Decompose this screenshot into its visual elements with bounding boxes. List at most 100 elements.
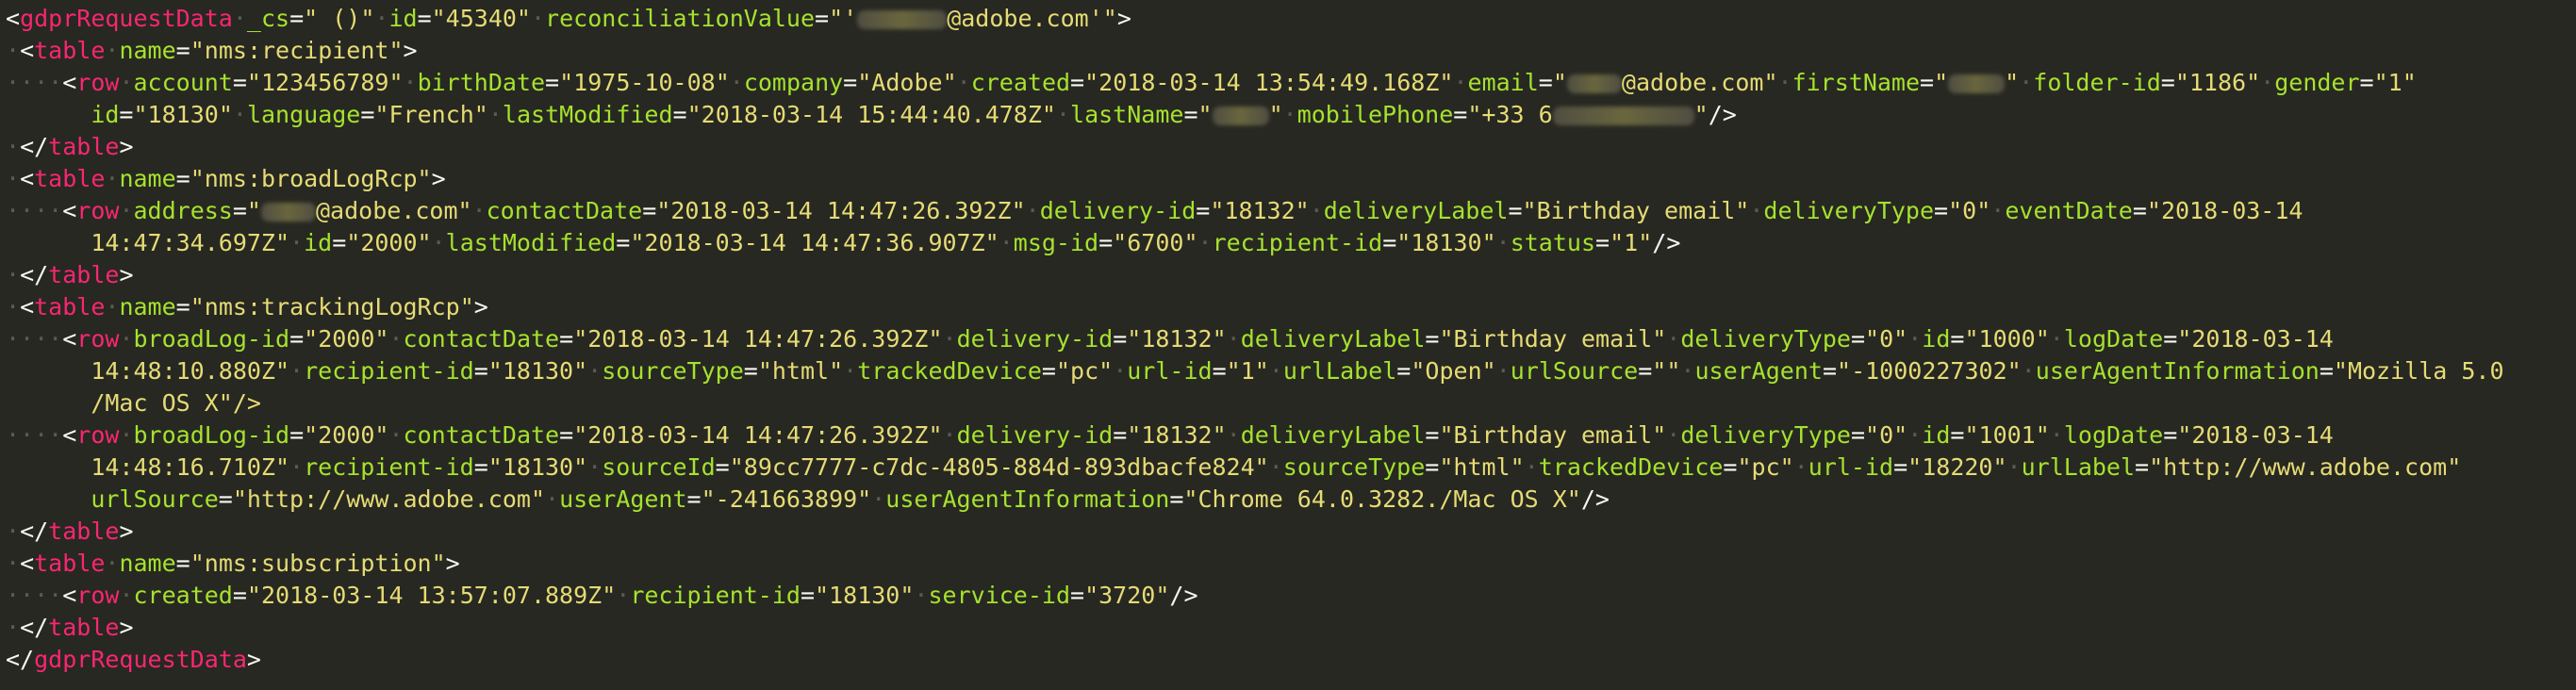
quote: " — [2035, 325, 2050, 353]
space-marker: · — [119, 421, 134, 449]
angle-bracket: < — [20, 165, 35, 192]
attribute-value: Adobe — [871, 69, 943, 96]
equals-sign: = — [289, 325, 305, 353]
quote: " — [1155, 582, 1170, 609]
space-marker: · — [1907, 421, 1923, 449]
quote: " — [2035, 421, 2050, 449]
equals-sign: = — [545, 69, 560, 96]
code-line: ·</table> — [0, 612, 2576, 644]
quote: " — [686, 101, 702, 128]
quote: " — [573, 357, 588, 385]
attribute-value: 0 — [1962, 197, 1977, 224]
indent-marker: · — [6, 293, 21, 320]
attribute-value: "nms:subscription" — [190, 550, 446, 577]
attribute-value: 1186 — [2188, 69, 2247, 96]
attribute-value: 1000 — [1978, 325, 2036, 353]
quote: " — [1893, 421, 1908, 449]
redacted-text — [260, 203, 316, 222]
quote: " — [2146, 197, 2161, 224]
attribute-value: 18130 — [147, 101, 219, 128]
quote: " — [1837, 357, 1852, 385]
attribute-name: created — [133, 582, 233, 609]
space-marker: · — [587, 357, 603, 385]
equals-sign: = — [1425, 421, 1440, 449]
equals-sign: = — [1822, 357, 1838, 385]
space-marker: · — [1793, 453, 1808, 481]
angle-bracket: </ — [20, 518, 49, 545]
space-marker: · — [289, 357, 305, 385]
attribute-value: http://www.adobe.com — [2163, 453, 2448, 481]
equals-sign: = — [1070, 582, 1085, 609]
space-marker: · — [616, 582, 631, 609]
space-marker: · — [1197, 229, 1213, 256]
attribute-value: Mozilla 5.0 — [2347, 357, 2504, 385]
code-line: ····<row·created="2018-03-14 13:57:07.88… — [0, 580, 2576, 612]
quote: " — [1212, 421, 1227, 449]
quote: " — [1183, 229, 1198, 256]
equals-sign: = — [800, 582, 816, 609]
attribute-value: French — [388, 101, 474, 128]
equals-sign: = — [1169, 485, 1184, 513]
attribute-value: pc — [1751, 453, 1780, 481]
equals-sign: = — [715, 453, 730, 481]
quote: " — [2333, 357, 2348, 385]
equals-sign: = — [743, 357, 758, 385]
equals-sign: = — [473, 453, 488, 481]
code-editor[interactable]: <gdprRequestData·_cs=" ()"·id="45340"·re… — [0, 0, 2576, 690]
attribute-name: deliveryType — [1680, 325, 1851, 353]
equals-sign: = — [616, 229, 631, 256]
equals-sign: = — [175, 293, 190, 320]
angle-bracket: </ — [20, 133, 49, 160]
code-line: id="18130"·language="French"·lastModifie… — [0, 99, 2576, 131]
equals-sign: = — [2132, 197, 2147, 224]
equals-sign: = — [1893, 453, 1908, 481]
attribute-value: @adobe.com'" — [947, 5, 1117, 32]
quote: " — [232, 485, 247, 513]
equals-sign: = — [815, 5, 830, 32]
quote: " — [729, 453, 744, 481]
equals-sign: = — [2160, 69, 2175, 96]
code-line: ····<row·broadLog-id="2000"·contactDate=… — [0, 419, 2576, 452]
attribute-name: name — [119, 165, 176, 192]
attribute-name: birthDate — [417, 69, 546, 96]
indent-marker: ···· — [6, 69, 63, 96]
indent-marker: ···· — [6, 197, 63, 224]
quote: " — [1964, 325, 1979, 353]
attribute-value: @adobe.com — [1621, 69, 1764, 96]
quote: " — [1693, 101, 1709, 128]
quote: " — [1011, 197, 1026, 224]
space-marker: · — [105, 293, 120, 320]
angle-bracket: /> — [1708, 101, 1737, 128]
quote: " — [218, 101, 233, 128]
angle-bracket: > — [1116, 5, 1131, 32]
attribute-value: 1 — [2387, 69, 2403, 96]
equals-sign: = — [1041, 357, 1056, 385]
quote: " — [1098, 357, 1114, 385]
tag-name: table — [48, 133, 120, 160]
attribute-value: 0 — [1879, 325, 1894, 353]
attribute-value: Open — [1425, 357, 1482, 385]
quote: " — [1127, 421, 1142, 449]
tag-name: gdprRequestData — [34, 646, 247, 673]
code-line: ·<table·name="nms:broadLogRcp"> — [0, 163, 2576, 195]
attribute-name: service-id — [928, 582, 1070, 609]
attribute-value: Birthday email — [1536, 197, 1736, 224]
code-line: ·<table·name="nms:recipient"> — [0, 35, 2576, 67]
attribute-name: contactDate — [403, 421, 560, 449]
equals-sign: = — [1183, 101, 1198, 128]
tag-name: table — [48, 614, 120, 641]
attribute-name: delivery-id — [1039, 197, 1197, 224]
indent-marker: · — [6, 614, 21, 641]
space-marker: · — [119, 69, 134, 96]
angle-bracket: < — [6, 5, 21, 32]
attribute-name: _cs — [246, 5, 290, 32]
space-marker: · — [1777, 69, 1792, 96]
space-marker: · — [431, 229, 446, 256]
space-marker: · — [1495, 229, 1511, 256]
attribute-value: 2018-03-14 — [2160, 197, 2304, 224]
tag-name: table — [34, 550, 106, 577]
equals-sign: = — [1196, 197, 1211, 224]
attribute-name: url-id — [1127, 357, 1213, 385]
attribute-value: html — [1453, 453, 1511, 481]
